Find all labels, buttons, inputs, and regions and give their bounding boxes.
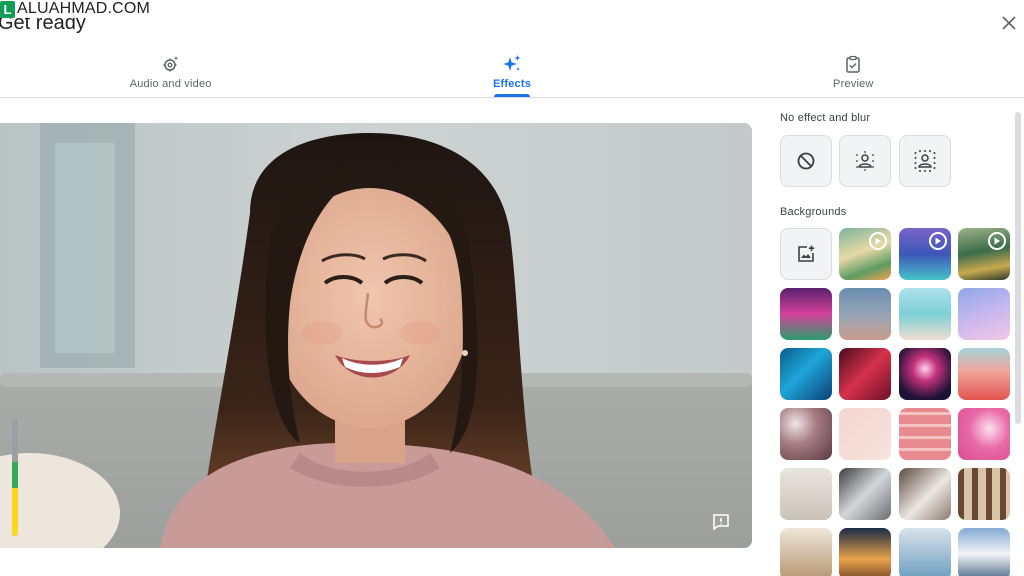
background-tile-forest[interactable] [958,228,1010,280]
panel-scrollbar[interactable] [1015,112,1021,424]
no-effect-label: No effect and blur [780,112,871,124]
dialog: L ALUAHMAD.COM Get ready Audio and video [0,0,1024,576]
background-tile-kitchen[interactable] [780,528,832,576]
background-tile-sunset[interactable] [839,288,891,340]
background-tile-pastel[interactable] [839,408,891,460]
background-tile-pattern[interactable] [899,408,951,460]
upload-background-button[interactable] [780,228,832,280]
tab-audio-and-video[interactable]: Audio and video [0,48,341,97]
tab-preview[interactable]: Preview [683,48,1024,97]
background-tile-fireworks[interactable] [899,348,951,400]
camera-feed-image [0,123,752,548]
sparkle-icon [502,54,522,74]
background-tile-cafe[interactable] [839,528,891,576]
background-tile-nebula[interactable] [839,348,891,400]
background-tile-party[interactable] [780,288,832,340]
tab-label-audio-and-video: Audio and video [129,78,212,90]
background-tile-space[interactable] [899,228,951,280]
background-tile-loft[interactable] [899,468,951,520]
background-tile-water[interactable] [780,348,832,400]
feedback-button[interactable] [711,513,731,531]
tab-label-preview: Preview [833,78,874,90]
background-tile-mountains[interactable] [958,528,1010,576]
active-tab-indicator [493,94,530,97]
background-tile-beach[interactable] [899,288,951,340]
background-tile-clouds[interactable] [958,288,1010,340]
background-tile-confetti[interactable] [958,408,1010,460]
backgrounds-label: Backgrounds [780,206,847,218]
watermark-logo: L [0,0,15,18]
background-tile-classroom[interactable] [839,228,891,280]
close-button[interactable] [998,12,1020,34]
background-tile-petals[interactable] [780,408,832,460]
no-effect-button[interactable] [780,135,832,187]
animated-background-icon [869,232,887,250]
slight-blur-icon [856,151,874,171]
clipboard-check-icon [843,54,863,74]
watermark: L ALUAHMAD.COM [0,0,151,18]
background-tile-archway[interactable] [899,528,951,576]
watermark-text: ALUAHMAD.COM [17,0,151,18]
effects-panel: No effect and blur Backgrounds [772,98,1024,576]
background-tile-office[interactable] [839,468,891,520]
animated-background-icon [929,232,947,250]
video-preview [0,123,752,548]
settings-sparkle-icon [161,54,181,74]
background-tile-flowers[interactable] [958,348,1010,400]
add-image-icon [798,245,815,262]
background-tile-gallery[interactable] [780,468,832,520]
audio-level-meter [12,418,18,536]
tab-effects[interactable]: Effects [341,48,682,97]
blur-icon [914,150,936,172]
background-tile-bookshelf[interactable] [958,468,1010,520]
tab-label-effects: Effects [492,78,532,90]
audio-level-green [12,462,18,488]
blur-button[interactable] [899,135,951,187]
tab-bar: Audio and video Effects Preview [0,48,1024,98]
close-icon [1002,16,1016,30]
slight-blur-button[interactable] [839,135,891,187]
no-effect-icon [797,152,815,170]
audio-level-yellow [12,488,18,536]
feedback-icon [713,514,729,531]
animated-background-icon [988,232,1006,250]
